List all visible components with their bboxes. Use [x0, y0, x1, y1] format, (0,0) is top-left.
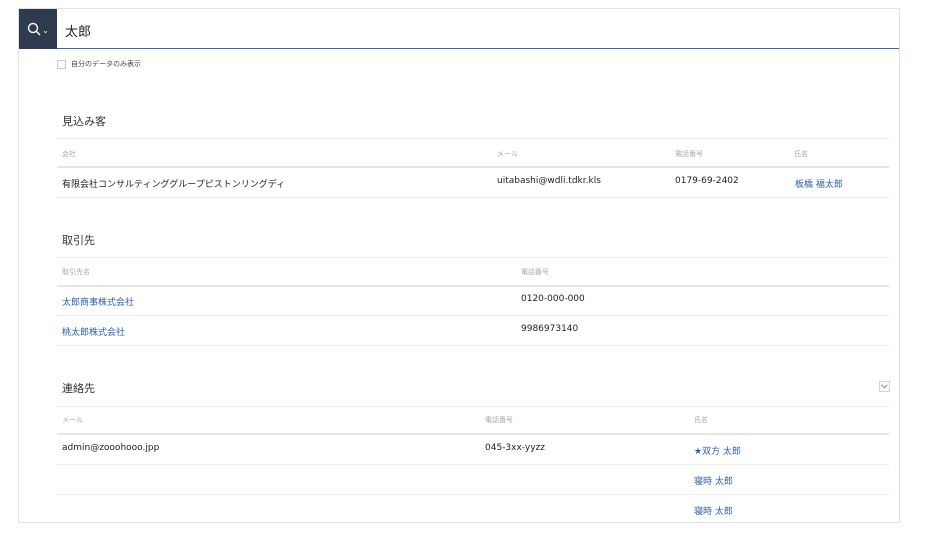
contact-name-link[interactable]: ★双方 太郎 [694, 444, 741, 457]
search-input[interactable] [65, 18, 665, 42]
search-results-panel: ⌄ 自分のデータのみ表示 見込み客 会社 メール 電話番号 氏名 有限会社コンサ… [18, 8, 900, 523]
mine-only-checkbox[interactable] [57, 59, 66, 69]
search-icon [27, 22, 41, 36]
divider [57, 433, 889, 435]
contact-name-link[interactable]: 寝時 太郎 [694, 474, 733, 487]
contact-email: admin@zooohooo.jpp [62, 443, 160, 453]
divider [57, 494, 889, 495]
divider [57, 197, 889, 198]
contacts-header-name: 氏名 [694, 416, 708, 424]
divider [57, 464, 889, 465]
lead-name-link[interactable]: 板橋 福太郎 [795, 177, 843, 190]
divider [57, 138, 889, 139]
lead-company: 有限会社コンサルティンググループピストンリングディ [62, 180, 286, 190]
accounts-header-phone: 電話番号 [521, 268, 549, 276]
leads-header-name: 氏名 [794, 150, 808, 158]
account-phone: 9986973140 [521, 324, 579, 334]
divider [57, 166, 889, 168]
contacts-header-email: メール [62, 416, 83, 424]
contacts-section-title: 連絡先 [62, 382, 95, 395]
divider [57, 285, 889, 287]
accounts-section-title: 取引先 [62, 234, 95, 247]
contacts-header-phone: 電話番号 [485, 416, 513, 424]
leads-header-company: 会社 [62, 150, 76, 158]
contact-phone: 045-3xx-yyzz [485, 443, 545, 453]
accounts-header-name: 取引先名 [62, 268, 90, 276]
chevron-down-icon: ⌄ [42, 25, 49, 35]
divider [57, 406, 889, 407]
account-phone: 0120-000-000 [521, 294, 585, 304]
search-bar: ⌄ [19, 9, 899, 49]
divider [57, 345, 889, 346]
account-name-link[interactable]: 太郎商事株式会社 [62, 295, 134, 308]
leads-section-title: 見込み客 [62, 115, 106, 128]
contacts-collapse-button[interactable] [879, 381, 890, 392]
mine-only-filter[interactable]: 自分のデータのみ表示 [57, 59, 141, 69]
chevron-down-icon [881, 384, 888, 389]
lead-phone: 0179-69-2402 [675, 176, 739, 186]
account-name-link[interactable]: 桃太郎株式会社 [62, 325, 125, 338]
divider [57, 315, 889, 316]
search-scope-button[interactable]: ⌄ [19, 9, 57, 49]
contact-name-link[interactable]: 寝時 太郎 [694, 504, 733, 517]
lead-email: uitabashi@wdli.tdkr.kls [497, 176, 601, 186]
mine-only-label: 自分のデータのみ表示 [71, 60, 141, 68]
divider [57, 257, 889, 258]
leads-header-email: メール [497, 150, 518, 158]
leads-header-phone: 電話番号 [675, 150, 703, 158]
